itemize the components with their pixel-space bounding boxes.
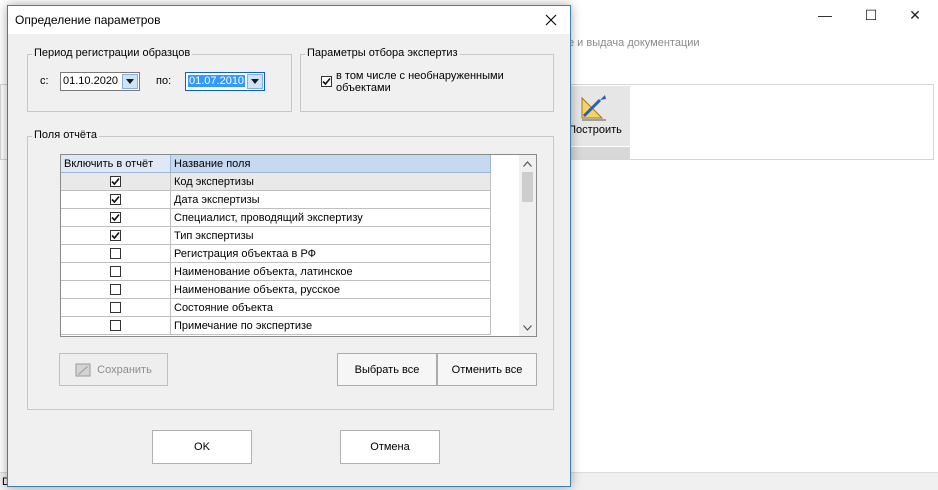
table-row[interactable]: Регистрация объектаа в РФ xyxy=(61,245,491,263)
grid-header: Включить в отчёт Название поля xyxy=(61,155,491,173)
field-name-cell: Примечание по экспертизе xyxy=(171,317,491,335)
close-icon: ✕ xyxy=(909,6,921,23)
select-all-label: Выбрать все xyxy=(354,363,420,376)
scroll-up-button[interactable] xyxy=(519,155,536,172)
close-icon xyxy=(545,14,557,26)
include-checkbox[interactable] xyxy=(110,266,121,277)
include-checkbox[interactable] xyxy=(110,284,121,295)
dialog-title: Определение параметров xyxy=(15,13,161,27)
filter-groupbox: Параметры отбора экспертиз в том числе с… xyxy=(300,47,554,112)
save-button[interactable]: Сохранить xyxy=(59,353,168,386)
column-header-include[interactable]: Включить в отчёт xyxy=(61,155,171,173)
date-to-dropdown-button[interactable] xyxy=(247,74,263,89)
build-report-icon xyxy=(581,95,606,121)
include-unfound-checkbox[interactable] xyxy=(321,76,332,87)
chevron-down-icon xyxy=(251,79,259,84)
field-name-cell: Наименование объекта, русское xyxy=(171,281,491,299)
deselect-all-button[interactable]: Отменить все xyxy=(437,353,537,386)
include-unfound-label-line1: в том числе с необнаруженными xyxy=(336,70,504,82)
close-window-button[interactable]: ✕ xyxy=(892,0,938,30)
app-subtitle: е и выдача документации xyxy=(568,37,700,49)
checkmark-icon xyxy=(111,231,120,240)
table-row[interactable]: Наименование объекта, латинское xyxy=(61,263,491,281)
include-checkbox[interactable] xyxy=(110,230,121,241)
chevron-up-icon xyxy=(523,160,532,167)
date-from-value: 01.10.2020 xyxy=(63,75,119,87)
save-button-label: Сохранить xyxy=(97,363,152,376)
date-to-label: по: xyxy=(156,75,172,87)
field-name-cell: Тип экспертизы xyxy=(171,227,491,245)
include-checkbox[interactable] xyxy=(110,194,121,205)
checkmark-icon xyxy=(111,213,120,222)
deselect-all-label: Отменить все xyxy=(451,363,523,376)
grid-vertical-scrollbar[interactable] xyxy=(519,155,536,336)
include-cell xyxy=(61,209,171,227)
parameters-dialog: Определение параметров Период регистраци… xyxy=(7,5,571,487)
field-name-cell: Специалист, проводящий экспертизу xyxy=(171,209,491,227)
date-from-label: с: xyxy=(40,75,49,87)
include-checkbox[interactable] xyxy=(110,176,121,187)
include-checkbox[interactable] xyxy=(110,320,121,331)
field-name-cell: Код экспертизы xyxy=(171,173,491,191)
fields-grid[interactable]: Включить в отчёт Название поля Код экспе… xyxy=(60,154,537,337)
period-groupbox: Период регистрации образцов с: 01.10.202… xyxy=(27,47,292,112)
grid-body: Код экспертизы Дата экспертизы Специалист,… xyxy=(61,173,491,335)
dialog-close-button[interactable] xyxy=(532,6,570,34)
table-row[interactable]: Наименование объекта, русское xyxy=(61,281,491,299)
table-row[interactable]: Тип экспертизы xyxy=(61,227,491,245)
checkmark-icon xyxy=(322,77,331,86)
field-name-cell: Состояние объекта xyxy=(171,299,491,317)
field-name-cell: Дата экспертизы xyxy=(171,191,491,209)
include-cell xyxy=(61,281,171,299)
period-legend: Период регистрации образцов xyxy=(32,47,193,59)
save-icon xyxy=(75,363,91,376)
date-from-dropdown-button[interactable] xyxy=(122,74,138,89)
chevron-down-icon xyxy=(523,324,532,331)
include-cell xyxy=(61,191,171,209)
column-header-field-name[interactable]: Название поля xyxy=(171,155,491,173)
report-fields-legend: Поля отчёта xyxy=(32,129,100,141)
include-cell xyxy=(61,263,171,281)
date-from-picker[interactable]: 01.10.2020 xyxy=(60,72,140,91)
include-unfound-label-line2: объектами xyxy=(336,82,391,94)
include-checkbox[interactable] xyxy=(110,302,121,313)
include-cell xyxy=(61,317,171,335)
table-row[interactable]: Специалист, проводящий экспертизу xyxy=(61,209,491,227)
minimize-button[interactable]: — xyxy=(802,0,848,30)
checkmark-icon xyxy=(111,195,120,204)
cancel-button[interactable]: Отмена xyxy=(340,430,440,464)
filter-legend: Параметры отбора экспертиз xyxy=(305,47,460,59)
minimize-icon: — xyxy=(818,7,832,23)
field-name-cell: Регистрация объектаа в РФ xyxy=(171,245,491,263)
table-row[interactable]: Код экспертизы xyxy=(61,173,491,191)
table-row[interactable]: Дата экспертизы xyxy=(61,191,491,209)
include-cell xyxy=(61,173,171,191)
checkmark-icon xyxy=(111,177,120,186)
include-cell xyxy=(61,227,171,245)
ok-button[interactable]: OK xyxy=(152,430,252,464)
scroll-thumb[interactable] xyxy=(522,172,533,202)
maximize-icon: ☐ xyxy=(864,6,878,23)
date-to-value: 01.07.2010 xyxy=(188,75,246,87)
dialog-titlebar[interactable]: Определение параметров xyxy=(8,6,570,34)
chevron-down-icon xyxy=(126,79,134,84)
ok-button-label: OK xyxy=(194,441,210,453)
include-cell xyxy=(61,299,171,317)
table-row[interactable]: Состояние объекта xyxy=(61,299,491,317)
scroll-down-button[interactable] xyxy=(519,319,536,336)
cancel-button-label: Отмена xyxy=(370,441,410,453)
table-row[interactable]: Примечание по экспертизе xyxy=(61,317,491,335)
maximize-button[interactable]: ☐ xyxy=(848,0,894,30)
include-checkbox[interactable] xyxy=(110,248,121,259)
select-all-button[interactable]: Выбрать все xyxy=(337,353,437,386)
field-name-cell: Наименование объекта, латинское xyxy=(171,263,491,281)
include-cell xyxy=(61,245,171,263)
date-to-picker[interactable]: 01.07.2010 xyxy=(185,72,265,91)
include-checkbox[interactable] xyxy=(110,212,121,223)
